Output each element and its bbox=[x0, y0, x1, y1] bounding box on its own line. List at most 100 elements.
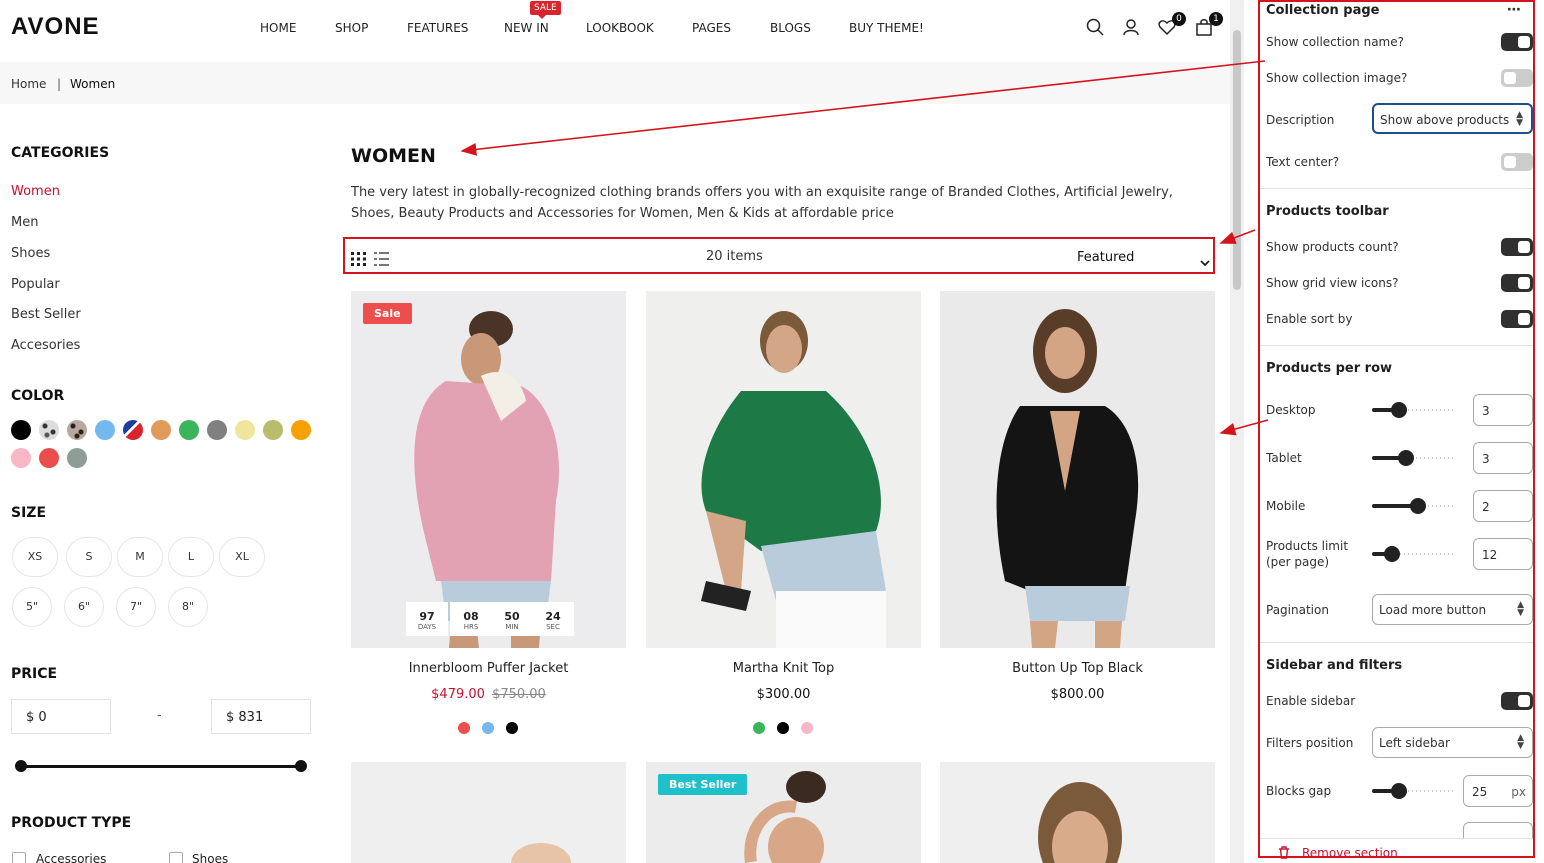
blocks-gap-slider[interactable] bbox=[1372, 783, 1454, 799]
description-select[interactable]: Show above products ▲ ▼ bbox=[1372, 103, 1533, 134]
product-image[interactable]: Sale 97 DAYS 08 HRS 50 MIN 24 SEC bbox=[351, 291, 626, 648]
remove-section-button[interactable]: Remove section bbox=[1302, 846, 1398, 860]
mobile-slider[interactable] bbox=[1372, 498, 1456, 514]
color-swatch-red[interactable] bbox=[39, 448, 59, 468]
color-swatch-pink[interactable] bbox=[11, 448, 31, 468]
product-type-accessories-checkbox[interactable] bbox=[12, 852, 26, 863]
show-collection-name-toggle[interactable] bbox=[1501, 33, 1533, 51]
price-range-max-handle[interactable] bbox=[295, 760, 307, 772]
page-scrollbar[interactable] bbox=[1230, 0, 1244, 863]
product-color-green[interactable] bbox=[753, 722, 765, 734]
product-color-red[interactable] bbox=[458, 722, 470, 734]
products-limit-slider[interactable] bbox=[1372, 546, 1456, 562]
price-range-min-handle[interactable] bbox=[15, 760, 27, 772]
product-color-blue[interactable] bbox=[482, 722, 494, 734]
product-name[interactable]: Martha Knit Top bbox=[646, 661, 921, 676]
logo[interactable]: AVONE bbox=[11, 13, 100, 41]
breadcrumb-home[interactable]: Home bbox=[11, 77, 46, 91]
color-swatch-green[interactable] bbox=[179, 420, 199, 440]
show-products-count-toggle[interactable] bbox=[1501, 238, 1533, 256]
heart-icon[interactable]: 0 bbox=[1158, 12, 1186, 38]
size-6[interactable]: 6" bbox=[64, 587, 104, 627]
price-min-input[interactable]: $ 0 bbox=[11, 699, 111, 734]
size-m[interactable]: M bbox=[117, 537, 163, 577]
mobile-input[interactable]: 2 bbox=[1473, 490, 1533, 522]
desktop-input[interactable]: 3 bbox=[1473, 394, 1533, 426]
color-swatch-stripes[interactable] bbox=[123, 420, 143, 440]
color-swatch-light-blue[interactable] bbox=[95, 420, 115, 440]
product-card[interactable]: Best Seller bbox=[646, 762, 921, 863]
category-accesories[interactable]: Accesories bbox=[11, 338, 80, 353]
enable-sort-toggle[interactable] bbox=[1501, 310, 1533, 328]
color-swatch-leopard-light[interactable] bbox=[39, 420, 59, 440]
product-card[interactable]: Sale 97 DAYS 08 HRS 50 MIN 24 SEC Innerbloom… bbox=[351, 291, 626, 751]
category-women[interactable]: Women bbox=[11, 184, 60, 199]
product-image[interactable] bbox=[940, 762, 1215, 863]
size-xs[interactable]: XS bbox=[12, 537, 58, 577]
pagination-select[interactable]: Load more button ▲ ▼ bbox=[1372, 594, 1533, 625]
tablet-input[interactable]: 3 bbox=[1473, 442, 1533, 474]
category-men[interactable]: Men bbox=[11, 215, 38, 230]
blocks-gap-input[interactable]: 25 px bbox=[1463, 775, 1533, 807]
text-center-toggle[interactable] bbox=[1501, 153, 1533, 171]
size-8[interactable]: 8" bbox=[168, 587, 208, 627]
color-swatch-grey[interactable] bbox=[207, 420, 227, 440]
color-swatch-orange-brown[interactable] bbox=[151, 420, 171, 440]
desktop-slider[interactable] bbox=[1372, 402, 1456, 418]
color-swatch-light-yellow[interactable] bbox=[235, 420, 255, 440]
user-icon[interactable] bbox=[1122, 18, 1142, 38]
nav-pages[interactable]: PAGES bbox=[692, 21, 731, 35]
bag-icon[interactable]: 1 bbox=[1195, 12, 1223, 38]
list-view-icon[interactable] bbox=[374, 251, 389, 270]
product-color-black[interactable] bbox=[777, 722, 789, 734]
size-s[interactable]: S bbox=[66, 537, 112, 577]
product-image[interactable] bbox=[351, 762, 626, 863]
price-range-track[interactable] bbox=[18, 765, 301, 768]
product-card[interactable]: Button Up Top Black $800.00 bbox=[940, 291, 1215, 751]
enable-sidebar-toggle[interactable] bbox=[1501, 692, 1533, 710]
color-swatch-olive[interactable] bbox=[263, 420, 283, 440]
more-icon[interactable]: ⋯ bbox=[1507, 2, 1521, 18]
products-limit-input[interactable]: 12 bbox=[1473, 538, 1533, 570]
price-max-input[interactable]: $ 831 bbox=[211, 699, 311, 734]
scrollbar-thumb[interactable] bbox=[1233, 30, 1241, 290]
show-collection-image-toggle[interactable] bbox=[1501, 69, 1533, 87]
show-grid-icons-toggle[interactable] bbox=[1501, 274, 1533, 292]
product-card[interactable]: Martha Knit Top $300.00 bbox=[646, 291, 921, 751]
search-icon[interactable] bbox=[1086, 18, 1106, 38]
size-l[interactable]: L bbox=[168, 537, 214, 577]
product-name[interactable]: Button Up Top Black bbox=[940, 661, 1215, 676]
color-swatch-black[interactable] bbox=[11, 420, 31, 440]
color-swatch-orange[interactable] bbox=[291, 420, 311, 440]
nav-home[interactable]: HOME bbox=[260, 21, 296, 35]
nav-lookbook[interactable]: LOOKBOOK bbox=[586, 21, 654, 35]
category-shoes[interactable]: Shoes bbox=[11, 246, 50, 261]
grid-view-icon[interactable] bbox=[351, 251, 366, 270]
product-color-black[interactable] bbox=[506, 722, 518, 734]
nav-blogs[interactable]: BLOGS bbox=[770, 21, 811, 35]
tablet-slider[interactable] bbox=[1372, 450, 1456, 466]
size-7[interactable]: 7" bbox=[116, 587, 156, 627]
size-5[interactable]: 5" bbox=[12, 587, 52, 627]
product-color-pink[interactable] bbox=[801, 722, 813, 734]
category-popular[interactable]: Popular bbox=[11, 277, 60, 292]
color-swatch-sage[interactable] bbox=[67, 448, 87, 468]
category-best-seller[interactable]: Best Seller bbox=[11, 307, 81, 322]
nav-features[interactable]: FEATURES bbox=[407, 21, 468, 35]
size-xl[interactable]: XL bbox=[219, 537, 265, 577]
chevron-down-icon[interactable] bbox=[1200, 252, 1210, 271]
product-image[interactable] bbox=[646, 291, 921, 648]
product-type-shoes-checkbox[interactable] bbox=[169, 852, 183, 863]
sort-select[interactable]: Featured bbox=[1077, 250, 1134, 265]
product-card[interactable] bbox=[940, 762, 1215, 863]
product-name[interactable]: Innerbloom Puffer Jacket bbox=[351, 661, 626, 676]
nav-shop[interactable]: SHOP bbox=[335, 21, 368, 35]
product-image[interactable]: Best Seller bbox=[646, 762, 921, 863]
product-image[interactable] bbox=[940, 291, 1215, 648]
trash-icon[interactable] bbox=[1278, 846, 1290, 862]
product-card[interactable] bbox=[351, 762, 626, 863]
nav-new-in[interactable]: NEW IN bbox=[504, 21, 549, 35]
color-swatch-leopard-dark[interactable] bbox=[67, 420, 87, 440]
nav-buy-theme[interactable]: BUY THEME! bbox=[849, 21, 924, 35]
filters-position-select[interactable]: Left sidebar ▲ ▼ bbox=[1372, 727, 1533, 758]
